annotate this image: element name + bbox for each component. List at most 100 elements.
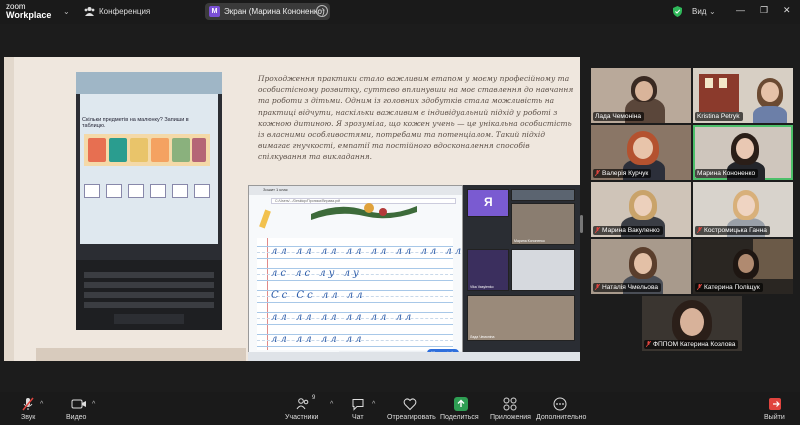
share-label: Поделиться [440,414,479,421]
minimize-icon[interactable]: — [736,5,745,15]
answer-cell [172,184,188,198]
zoom-logo: zoom Workplace [6,2,51,20]
handwriting-row: лл лл лл лл лл лл лл лл [271,246,463,257]
close-icon[interactable]: ✕ [783,5,791,16]
participant-tile[interactable]: ФППОМ Катерина Козлова [642,296,742,351]
participant-name: ФППОМ Катерина Козлова [644,340,739,349]
participant-tile[interactable]: Наталія Чмельова [591,239,691,294]
building-background [705,78,713,88]
copybook-window: Зошит 1 клас C:/Users/.../Desktop/Пропис… [248,185,463,361]
participant-figure [633,137,653,159]
remote-tile: Я [467,189,509,217]
react-button[interactable]: Отреагировать [384,392,436,425]
audio-label: Звук [21,414,36,421]
keyboard-row [84,302,214,308]
participant-name: Kristina Petryk [695,112,743,121]
handwriting-row: лл лл лл лл [271,334,365,345]
leave-button[interactable]: Выйти [760,392,790,425]
keyboard-row [84,292,214,298]
browser-tab[interactable]: Зошит 1 клас [263,187,288,192]
participants-button[interactable]: 9 Участники [283,392,323,425]
browser-titlebar: Зошит 1 клас [249,186,462,195]
participant-tile[interactable]: Костромицька Ганна [693,182,793,237]
participant-name: Марина Вакуленко [593,226,663,235]
participant-name: Катерина Поліщук [695,283,763,292]
handwriting-row: Сс Сс лл лл [271,290,366,301]
restore-icon[interactable]: ❐ [760,5,768,16]
participant-tile[interactable]: Kristina Petryk [693,68,793,123]
sharer-avatar: M [209,6,220,17]
answer-cell [106,184,122,198]
ruled-line [257,302,453,303]
participant-figure [635,81,653,101]
participants-label: Участники [285,414,319,421]
answer-cell [84,184,100,198]
picture-card [151,138,169,162]
participants-options-caret[interactable]: ^ [330,401,333,408]
participant-name-text: Катерина Поліщук [704,284,760,291]
picture-card [172,138,190,162]
participant-tile[interactable]: Лада Чемоніна [591,68,691,123]
room-background [753,239,793,279]
chat-options-caret[interactable]: ^ [372,401,375,408]
audio-options-caret[interactable]: ^ [40,401,43,408]
participant-name: Валерія Курчук [593,169,652,178]
apps-button[interactable]: Приложения [488,392,532,425]
gallery-scroll-handle[interactable] [580,215,583,233]
answer-cell [128,184,144,198]
view-button[interactable]: Вид [692,7,706,16]
touchpad [114,314,184,324]
participant-name-text: Костромицька Ганна [704,227,767,234]
screen-share-indicator[interactable]: M Экран (Марина Кононенко) ··· [205,3,330,20]
pencil-icon [259,209,271,229]
participant-name: Лада Чемоніна [593,112,645,121]
participant-tile-active-speaker[interactable]: Марина Кононенко [693,125,793,180]
share-arrow-icon [454,397,468,411]
remote-tile-label: Марина Кононенко [514,239,545,243]
chat-label: Чат [352,414,364,421]
windows-taskbar [248,352,580,361]
audio-button[interactable]: Звук [10,392,46,425]
participant-name: Костромицька Ганна [695,226,770,235]
chevron-down-icon[interactable]: ⌄ [709,7,716,16]
participant-tile[interactable]: Валерія Курчук [591,125,691,180]
slide-decoration [4,57,14,361]
remote-tile: Марина Кононенко [511,203,575,245]
chevron-down-icon[interactable]: ⌄ [63,7,70,16]
shield-check-icon[interactable] [673,6,682,17]
picture-card [192,138,206,162]
more-options-icon[interactable]: ··· [316,5,328,17]
laptop-keyboard [76,260,222,330]
video-options-caret[interactable]: ^ [92,401,95,408]
participant-figure [737,195,755,216]
remote-tile [511,189,575,201]
chat-button[interactable]: Чат [346,392,370,425]
participant-tile[interactable]: Катерина Поліщук [693,239,793,294]
participant-name-text: Валерія Курчук [602,170,649,177]
participant-name: Наталія Чмельова [593,283,662,292]
participant-tile[interactable]: Марина Вакуленко [591,182,691,237]
worksheet-heading: Скільки предметів на малюнку? Запиши в т… [82,117,189,129]
video-button[interactable]: Видео [62,392,98,425]
mic-off-icon [595,170,600,176]
mic-off-icon [595,227,600,233]
reflection-quote: Проходження практики стало важливим етап… [258,74,574,162]
apps-grid-icon [503,397,517,411]
picture-card [109,138,127,162]
mic-off-icon [697,227,702,233]
participant-gallery: Лада Чемоніна Kristina Petryk Валерія Ку… [591,68,795,352]
remote-gallery: Я Марина Кононенко Vika Vasylenko Лада Ч… [463,185,580,352]
share-screen-button[interactable]: Поделиться [440,392,482,425]
participant-name-text: ФППОМ Катерина Козлова [653,341,736,348]
remote-tile: Лада Чемоніна [467,295,575,341]
answer-cell [194,184,210,198]
picture-card [88,138,106,162]
remote-tile-label: Vika Vasylenko [470,285,494,289]
mic-off-icon [595,284,600,290]
screen-share-label: Экран (Марина Кононенко) [224,7,325,16]
handwriting-row: лл лл лл лл лл лл [271,312,415,323]
building-background [719,78,727,88]
more-button[interactable]: Дополнительно [536,392,586,425]
remote-avatar-letter: Я [484,195,493,209]
conference-label[interactable]: Конференция [99,7,150,16]
